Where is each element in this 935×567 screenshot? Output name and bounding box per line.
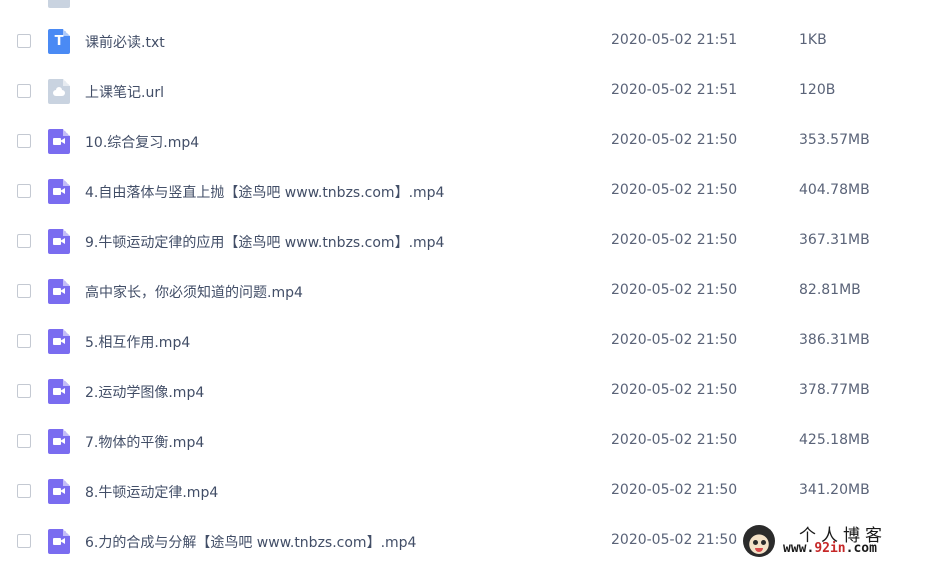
file-name[interactable]: 4.自由落体与竖直上抛【途鸟吧 www.tnbzs.com】.mp4 bbox=[85, 182, 444, 202]
file-size: 425.18MB bbox=[799, 432, 870, 448]
file-date: 2020-05-02 21:50 bbox=[611, 182, 738, 198]
row-checkbox[interactable] bbox=[17, 184, 31, 198]
file-name[interactable]: 课前必读.txt bbox=[85, 32, 165, 52]
row-checkbox[interactable] bbox=[17, 534, 31, 548]
file-date: 2020-05-02 21:50 bbox=[611, 282, 738, 298]
document-text-icon: T bbox=[48, 29, 70, 54]
file-name[interactable]: 2.运动学图像.mp4 bbox=[85, 382, 204, 402]
file-date: 2020-05-02 21:50 bbox=[611, 482, 738, 498]
file-name[interactable]: 8.牛顿运动定律.mp4 bbox=[85, 482, 218, 502]
row-checkbox[interactable] bbox=[17, 484, 31, 498]
file-size: 1KB bbox=[799, 32, 827, 48]
file-date: 2020-05-02 21:50 bbox=[611, 232, 738, 248]
cloud-link-icon bbox=[48, 79, 70, 104]
file-size: 404.78MB bbox=[799, 182, 870, 198]
video-file-icon bbox=[48, 179, 70, 204]
video-file-icon bbox=[48, 229, 70, 254]
watermark-logo: 个人博客 www.92in.com bbox=[737, 519, 935, 562]
file-name[interactable]: 高中家长，你必须知道的问题.mp4 bbox=[85, 282, 303, 302]
file-name[interactable]: 7.物体的平衡.mp4 bbox=[85, 432, 204, 452]
row-checkbox[interactable] bbox=[17, 434, 31, 448]
file-name[interactable]: 6.力的合成与分解【途鸟吧 www.tnbzs.com】.mp4 bbox=[85, 532, 416, 552]
row-checkbox[interactable] bbox=[17, 34, 31, 48]
file-row[interactable]: T 课前必读.txt 2020-05-02 21:51 1KB bbox=[0, 17, 935, 67]
file-date: 2020-05-02 21:50 bbox=[611, 432, 738, 448]
file-name[interactable]: 10.综合复习.mp4 bbox=[85, 132, 199, 152]
file-row[interactable]: 9.牛顿运动定律的应用【途鸟吧 www.tnbzs.com】.mp4 2020-… bbox=[0, 217, 935, 267]
file-date: 2020-05-02 21:51 bbox=[611, 32, 738, 48]
video-file-icon bbox=[48, 379, 70, 404]
file-date: 2020-05-02 21:50 bbox=[611, 532, 738, 548]
file-date: 2020-05-02 21:51 bbox=[611, 82, 738, 98]
row-checkbox[interactable] bbox=[17, 384, 31, 398]
row-checkbox[interactable] bbox=[17, 234, 31, 248]
file-name[interactable]: 5.相互作用.mp4 bbox=[85, 332, 190, 352]
file-date: 2020-05-02 21:50 bbox=[611, 382, 738, 398]
file-row[interactable]: 8.牛顿运动定律.mp4 2020-05-02 21:50 341.20MB bbox=[0, 467, 935, 517]
file-row[interactable]: 2.运动学图像.mp4 2020-05-02 21:50 378.77MB bbox=[0, 367, 935, 417]
file-size: 386.31MB bbox=[799, 332, 870, 348]
file-icon bbox=[48, 0, 70, 8]
file-row[interactable]: 上课笔记.url 2020-05-02 21:51 120B bbox=[0, 67, 935, 117]
video-file-icon bbox=[48, 329, 70, 354]
file-row[interactable]: 7.物体的平衡.mp4 2020-05-02 21:50 425.18MB bbox=[0, 417, 935, 467]
file-row-partial[interactable] bbox=[0, 0, 935, 17]
file-name[interactable]: 上课笔记.url bbox=[85, 82, 164, 102]
file-size: 367.31MB bbox=[799, 232, 870, 248]
file-date: 2020-05-02 21:50 bbox=[611, 132, 738, 148]
file-name[interactable]: 9.牛顿运动定律的应用【途鸟吧 www.tnbzs.com】.mp4 bbox=[85, 232, 444, 252]
video-file-icon bbox=[48, 429, 70, 454]
file-size: 378.77MB bbox=[799, 382, 870, 398]
row-checkbox[interactable] bbox=[17, 284, 31, 298]
file-size: 341.20MB bbox=[799, 482, 870, 498]
avatar-icon bbox=[743, 525, 775, 557]
file-size: 353.57MB bbox=[799, 132, 870, 148]
file-row[interactable]: 10.综合复习.mp4 2020-05-02 21:50 353.57MB bbox=[0, 117, 935, 167]
video-file-icon bbox=[48, 129, 70, 154]
video-file-icon bbox=[48, 479, 70, 504]
file-row[interactable]: 4.自由落体与竖直上抛【途鸟吧 www.tnbzs.com】.mp4 2020-… bbox=[0, 167, 935, 217]
file-size: 120B bbox=[799, 82, 836, 98]
row-checkbox[interactable] bbox=[17, 334, 31, 348]
watermark-url: www.92in.com bbox=[783, 541, 877, 556]
file-list: T 课前必读.txt 2020-05-02 21:51 1KB 上课笔记.url… bbox=[0, 0, 935, 567]
file-date: 2020-05-02 21:50 bbox=[611, 332, 738, 348]
row-checkbox[interactable] bbox=[17, 134, 31, 148]
video-file-icon bbox=[48, 279, 70, 304]
file-size: 82.81MB bbox=[799, 282, 861, 298]
video-file-icon bbox=[48, 529, 70, 554]
file-row[interactable]: 高中家长，你必须知道的问题.mp4 2020-05-02 21:50 82.81… bbox=[0, 267, 935, 317]
file-row[interactable]: 5.相互作用.mp4 2020-05-02 21:50 386.31MB bbox=[0, 317, 935, 367]
row-checkbox[interactable] bbox=[17, 84, 31, 98]
